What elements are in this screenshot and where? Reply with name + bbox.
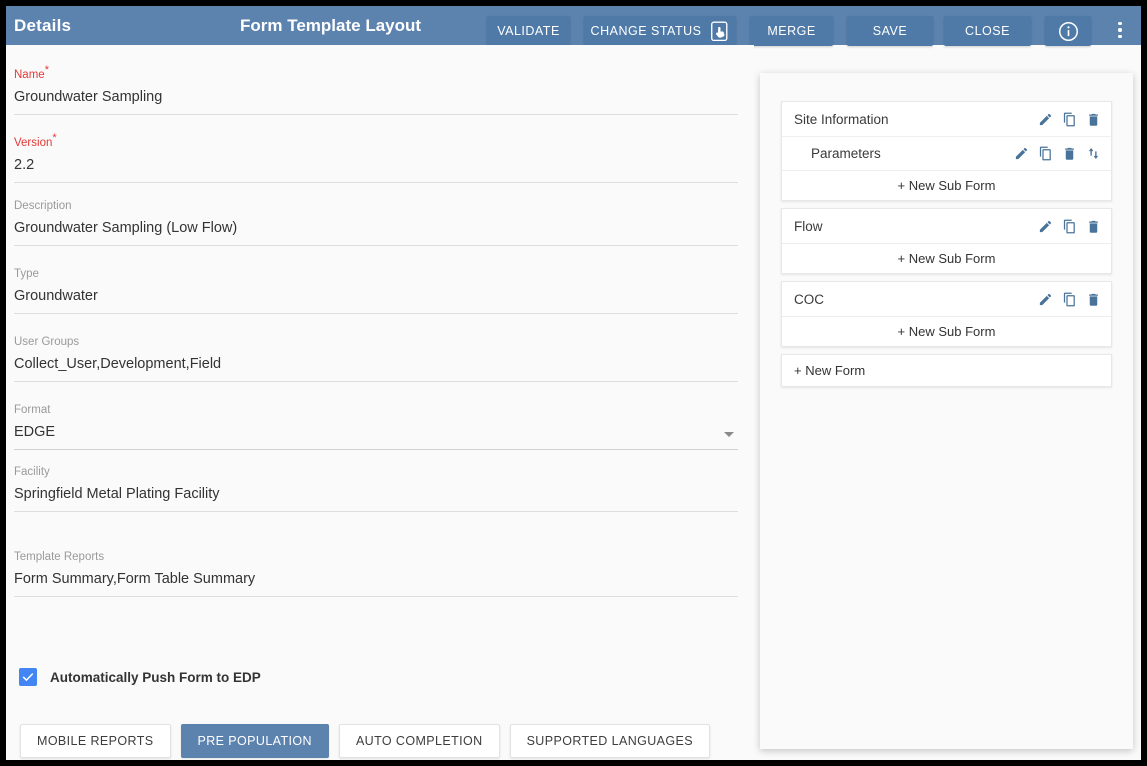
field-name: Name* Groundwater Sampling xyxy=(14,63,738,115)
field-type-value[interactable]: Groundwater xyxy=(14,285,738,307)
chevron-down-icon[interactable] xyxy=(724,432,734,437)
sub-form-row[interactable]: Parameters xyxy=(782,136,1111,170)
form-row-actions xyxy=(1035,109,1103,129)
form-name: Site Information xyxy=(794,112,1035,127)
field-format-value[interactable]: EDGE xyxy=(14,421,738,443)
field-facility-value[interactable]: Springfield Metal Plating Facility xyxy=(14,483,738,505)
field-template-reports-underline xyxy=(14,596,738,597)
change-status-button-label: CHANGE STATUS xyxy=(591,24,702,38)
save-button[interactable]: SAVE xyxy=(847,16,933,46)
field-user-groups: User Groups Collect_User,Development,Fie… xyxy=(14,335,738,382)
screenshot-root: Details Form Template Layout VALIDATE CH… xyxy=(0,0,1147,766)
pencil-icon[interactable] xyxy=(1035,289,1055,309)
tap-gesture-icon xyxy=(710,21,729,42)
field-facility-underline xyxy=(14,511,738,512)
field-template-reports: Template Reports Form Summary,Form Table… xyxy=(14,550,738,597)
new-sub-form-link[interactable]: + New Sub Form xyxy=(782,316,1111,346)
validate-button-label: VALIDATE xyxy=(497,24,560,38)
sort-arrows-icon[interactable] xyxy=(1083,144,1103,164)
merge-button[interactable]: MERGE xyxy=(750,16,833,46)
trash-icon[interactable] xyxy=(1083,109,1103,129)
form-card-coc: COC + New Su xyxy=(781,281,1112,347)
copy-icon[interactable] xyxy=(1035,144,1055,164)
close-button[interactable]: CLOSE xyxy=(944,16,1031,46)
field-template-reports-label: Template Reports xyxy=(14,550,738,564)
page-title: Form Template Layout xyxy=(240,16,421,36)
info-circle-icon xyxy=(1058,21,1079,42)
auto-push-checkbox[interactable] xyxy=(19,668,37,686)
field-name-value[interactable]: Groundwater Sampling xyxy=(14,86,738,108)
tab-pre-population[interactable]: PRE POPULATION xyxy=(181,724,329,758)
form-name: COC xyxy=(794,292,1035,307)
field-type-label: Type xyxy=(14,267,738,281)
pencil-icon[interactable] xyxy=(1035,216,1055,236)
more-vertical-icon-dot xyxy=(1118,28,1122,32)
change-status-button[interactable]: CHANGE STATUS xyxy=(584,16,736,46)
trash-icon[interactable] xyxy=(1083,289,1103,309)
field-format-underline xyxy=(14,449,738,450)
new-sub-form-link[interactable]: + New Sub Form xyxy=(782,243,1111,273)
field-version-underline xyxy=(14,182,738,183)
field-version-value[interactable]: 2.2 xyxy=(14,154,738,176)
save-button-label: SAVE xyxy=(873,24,907,38)
auto-push-checkbox-row[interactable]: Automatically Push Form to EDP xyxy=(19,668,261,686)
auto-push-checkbox-label: Automatically Push Form to EDP xyxy=(50,670,261,685)
tab-mobile-reports[interactable]: MOBILE REPORTS xyxy=(20,724,171,758)
form-name: Flow xyxy=(794,219,1035,234)
form-layout-panel: Site Information xyxy=(760,73,1133,749)
check-icon xyxy=(21,670,35,684)
field-description-value[interactable]: Groundwater Sampling (Low Flow) xyxy=(14,217,738,239)
new-form-link[interactable]: + New Form xyxy=(781,354,1112,387)
form-row[interactable]: COC xyxy=(782,282,1111,316)
field-user-groups-label: User Groups xyxy=(14,335,738,349)
copy-icon[interactable] xyxy=(1059,109,1079,129)
form-card-flow: Flow + New S xyxy=(781,208,1112,274)
form-row-actions xyxy=(1035,216,1103,236)
form-card-site-information: Site Information xyxy=(781,101,1112,201)
field-version-label: Version* xyxy=(14,131,738,150)
top-toolbar: Details Form Template Layout VALIDATE CH… xyxy=(6,6,1141,45)
field-description: Description Groundwater Sampling (Low Fl… xyxy=(14,199,738,246)
field-facility: Facility Springfield Metal Plating Facil… xyxy=(14,465,738,512)
field-format-label: Format xyxy=(14,403,738,417)
field-name-underline xyxy=(14,114,738,115)
more-vertical-icon-dot xyxy=(1118,35,1122,39)
trash-icon[interactable] xyxy=(1083,216,1103,236)
field-user-groups-value[interactable]: Collect_User,Development,Field xyxy=(14,353,738,375)
field-type-underline xyxy=(14,313,738,314)
copy-icon[interactable] xyxy=(1059,216,1079,236)
form-list: Site Information xyxy=(781,101,1112,387)
field-facility-label: Facility xyxy=(14,465,738,479)
field-type: Type Groundwater xyxy=(14,267,738,314)
form-row[interactable]: Site Information xyxy=(782,102,1111,136)
copy-icon[interactable] xyxy=(1059,289,1079,309)
sub-form-row-actions xyxy=(1011,144,1103,164)
sub-form-name: Parameters xyxy=(811,146,1011,161)
field-version: Version* 2.2 xyxy=(14,131,738,183)
field-user-groups-underline xyxy=(14,381,738,382)
close-button-label: CLOSE xyxy=(965,24,1010,38)
field-description-label: Description xyxy=(14,199,738,213)
application-window: Details Form Template Layout VALIDATE CH… xyxy=(6,6,1141,760)
pencil-icon[interactable] xyxy=(1035,109,1055,129)
merge-button-label: MERGE xyxy=(767,24,815,38)
details-title: Details xyxy=(14,16,71,36)
trash-icon[interactable] xyxy=(1059,144,1079,164)
info-button[interactable] xyxy=(1045,16,1091,46)
more-vertical-icon xyxy=(1118,22,1122,26)
field-format[interactable]: Format EDGE xyxy=(14,403,738,450)
details-form-pane: Name* Groundwater Sampling Version* 2.2 … xyxy=(6,45,754,760)
field-name-label: Name* xyxy=(14,63,738,82)
more-options-button[interactable] xyxy=(1106,14,1134,46)
tab-auto-completion[interactable]: AUTO COMPLETION xyxy=(339,724,500,758)
field-template-reports-value[interactable]: Form Summary,Form Table Summary xyxy=(14,568,738,590)
new-sub-form-link[interactable]: + New Sub Form xyxy=(782,170,1111,200)
bottom-tab-bar: MOBILE REPORTS PRE POPULATION AUTO COMPL… xyxy=(20,724,710,758)
tab-supported-languages[interactable]: SUPPORTED LANGUAGES xyxy=(510,724,710,758)
form-row[interactable]: Flow xyxy=(782,209,1111,243)
form-row-actions xyxy=(1035,289,1103,309)
field-description-underline xyxy=(14,245,738,246)
pencil-icon[interactable] xyxy=(1011,144,1031,164)
validate-button[interactable]: VALIDATE xyxy=(487,16,570,46)
